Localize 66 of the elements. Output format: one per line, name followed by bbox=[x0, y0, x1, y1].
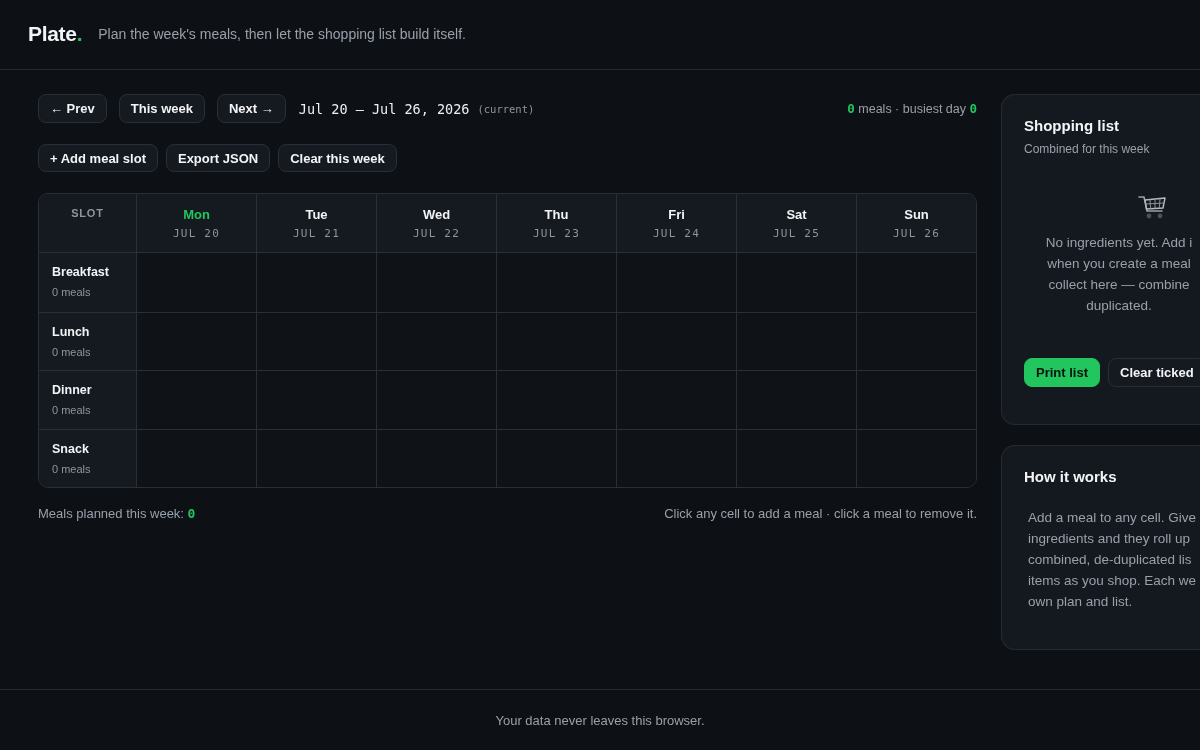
day-date: JUL 22 bbox=[413, 227, 460, 240]
planner-hint: Click any cell to add a meal · click a meal to remove it. bbox=[664, 506, 977, 521]
slot-meal-count: 0 meals bbox=[52, 286, 92, 298]
action-button[interactable]: + Add meal slot bbox=[38, 144, 158, 172]
empty-list-message: No ingredients yet. Add i when you create a meal collect here — combine duplicated. bbox=[1044, 234, 1194, 315]
week-nav-button[interactable]: Next → bbox=[216, 94, 286, 123]
week-range: Jul 20 – Jul 26, 2026 bbox=[298, 100, 470, 117]
meal-cell[interactable] bbox=[256, 311, 376, 370]
list-action-button[interactable]: Print list bbox=[1024, 358, 1100, 387]
list-action-button[interactable]: Clear ticked bbox=[1108, 358, 1200, 387]
day-name: Wed bbox=[422, 207, 451, 222]
day-name: Sun bbox=[904, 207, 929, 222]
how-it-works-text: Add a meal to any cell. Give ingredients and they roll up combined, de-duplicated lis items as you shop. Each we own plan and list. bbox=[1028, 509, 1198, 611]
day-name: Mon bbox=[183, 207, 210, 222]
card-subtitle: Combined for this week bbox=[1024, 142, 1151, 156]
day-date: JUL 21 bbox=[293, 227, 340, 240]
meal-cell[interactable] bbox=[736, 311, 856, 370]
app-logo: Plate. bbox=[28, 21, 83, 46]
meal-cell[interactable] bbox=[856, 311, 976, 370]
meal-cell[interactable] bbox=[736, 370, 856, 429]
action-button[interactable]: Clear this week bbox=[278, 144, 397, 172]
day-date: JUL 20 bbox=[173, 227, 220, 240]
footer-note: Your data never leaves this browser. bbox=[495, 712, 705, 728]
week-summary: 0 meals · busiest day 0 bbox=[847, 101, 977, 116]
week-nav-button[interactable]: This week bbox=[118, 94, 205, 123]
action-button[interactable]: Export JSON bbox=[165, 144, 271, 172]
meal-cell[interactable] bbox=[856, 370, 976, 429]
meals-planned-total: Meals planned this week: 0 bbox=[38, 506, 196, 521]
day-date: JUL 26 bbox=[893, 227, 940, 240]
meal-cell[interactable] bbox=[616, 311, 736, 370]
meal-cell[interactable] bbox=[376, 370, 496, 429]
meal-cell[interactable] bbox=[136, 370, 256, 429]
shopping-cart-icon bbox=[1138, 194, 1166, 220]
column-heading: SLOT bbox=[71, 207, 104, 219]
day-name: Sat bbox=[786, 207, 807, 222]
meal-cell[interactable] bbox=[856, 428, 976, 487]
meal-cell[interactable] bbox=[496, 311, 616, 370]
day-name: Tue bbox=[305, 207, 328, 222]
card-title: Shopping list bbox=[1024, 117, 1120, 134]
slot-meal-count: 0 meals bbox=[52, 345, 92, 358]
slot-name: Breakfast bbox=[52, 265, 110, 279]
meal-cell[interactable] bbox=[376, 428, 496, 487]
meal-cell[interactable] bbox=[136, 311, 256, 370]
week-range-note: (current) bbox=[477, 102, 535, 115]
meal-cell[interactable] bbox=[496, 370, 616, 429]
meal-cell[interactable] bbox=[256, 428, 376, 487]
day-name: Fri bbox=[668, 207, 685, 222]
slot-meal-count: 0 meals bbox=[52, 462, 92, 475]
slot-name: Snack bbox=[52, 441, 90, 456]
meal-cell[interactable] bbox=[376, 311, 496, 370]
day-date: JUL 24 bbox=[653, 227, 700, 240]
week-nav-button[interactable]: ← Prev bbox=[38, 94, 107, 123]
day-name: Thu bbox=[544, 207, 569, 222]
meal-cell[interactable] bbox=[616, 370, 736, 429]
slot-name: Lunch bbox=[52, 324, 91, 339]
slot-name: Dinner bbox=[52, 383, 93, 397]
day-date: JUL 23 bbox=[533, 227, 580, 240]
meal-cell[interactable] bbox=[136, 428, 256, 487]
meal-cell[interactable] bbox=[736, 428, 856, 487]
day-date: JUL 25 bbox=[773, 227, 820, 240]
slot-meal-count: 0 meals bbox=[52, 404, 92, 416]
meal-cell[interactable] bbox=[616, 428, 736, 487]
meal-cell[interactable] bbox=[256, 370, 376, 429]
tagline: Plan the week's meals, then let the shopping list build itself. bbox=[98, 25, 466, 42]
card-title: How it works bbox=[1024, 468, 1118, 485]
meal-cell[interactable] bbox=[496, 428, 616, 487]
